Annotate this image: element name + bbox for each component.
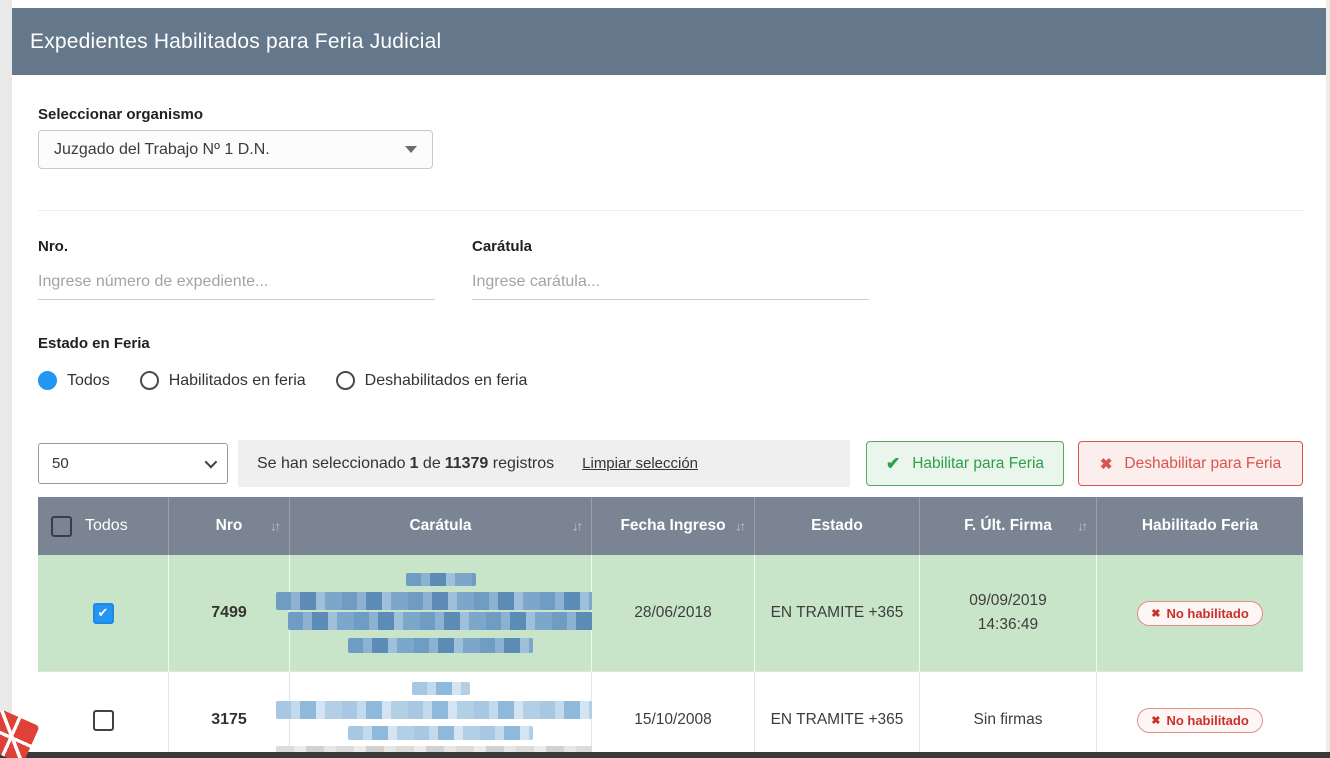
organismo-selected-value: Juzgado del Trabajo Nº 1 D.N. <box>54 141 270 159</box>
clear-selection-link[interactable]: Limpiar selección <box>582 455 698 472</box>
table-header-row: Todos Nro ↓↑ Carátula ↓↑ Fecha Ingreso ↓… <box>38 497 1303 555</box>
estado-feria-label: Estado en Feria <box>38 335 150 352</box>
deshabilitar-feria-button[interactable]: ✖ Deshabilitar para Feria <box>1078 441 1303 486</box>
column-header-nro[interactable]: Nro ↓↑ <box>169 497 290 555</box>
radio-deshabilitados[interactable]: Deshabilitados en feria <box>336 371 528 390</box>
page: Expedientes Habilitados para Feria Judic… <box>0 0 1330 758</box>
check-icon: ✔ <box>98 605 109 621</box>
page-header: Expedientes Habilitados para Feria Judic… <box>12 8 1326 75</box>
column-header-habilitado-feria: Habilitado Feria <box>1097 497 1303 555</box>
selection-summary: Se han seleccionado1 de11379 registros <box>257 455 558 473</box>
column-header-caratula[interactable]: Carátula ↓↑ <box>290 497 592 555</box>
table-row[interactable]: ✔ 7499 28/06/2018 EN TRAMITE +365 09/09/… <box>38 555 1303 672</box>
radio-unselected-icon <box>140 371 159 390</box>
select-all-label: Todos <box>85 517 128 535</box>
caratula-input[interactable] <box>472 264 869 300</box>
selection-total: 11379 <box>445 455 489 472</box>
cross-icon: ✖ <box>1151 714 1160 727</box>
cross-icon: ✖ <box>1100 455 1113 473</box>
status-badge: ✖ No habilitado <box>1137 708 1263 733</box>
row-estado: EN TRAMITE +365 <box>771 711 904 729</box>
radio-habilitados[interactable]: Habilitados en feria <box>140 371 306 390</box>
scrollbar-track[interactable] <box>1326 0 1330 758</box>
nro-input[interactable] <box>38 264 435 300</box>
row-nro: 7499 <box>211 604 247 622</box>
organismo-label: Seleccionar organismo <box>38 106 203 123</box>
status-badge: ✖ No habilitado <box>1137 601 1263 626</box>
check-icon: ✔ <box>886 454 900 474</box>
caratula-label: Carátula <box>472 238 532 255</box>
column-header-todos[interactable]: Todos <box>38 497 169 555</box>
cross-icon: ✖ <box>1151 607 1160 620</box>
section-divider <box>38 210 1303 211</box>
page-size-select[interactable]: 50 <box>38 443 228 484</box>
page-size-value: 50 <box>52 455 69 472</box>
redacted-text <box>290 573 591 653</box>
row-ult-firma: 09/09/2019 14:36:49 <box>969 589 1047 637</box>
radio-todos[interactable]: Todos <box>38 371 110 390</box>
estado-feria-radio-group: Todos Habilitados en feria Deshabilitado… <box>38 371 527 390</box>
row-nro: 3175 <box>211 711 247 729</box>
radio-label: Habilitados en feria <box>169 372 306 390</box>
row-ult-firma: Sin firmas <box>974 708 1043 732</box>
sort-icon[interactable]: ↓↑ <box>1077 519 1086 534</box>
row-estado: EN TRAMITE +365 <box>771 604 904 622</box>
row-checkbox-unchecked[interactable] <box>93 710 114 731</box>
expedientes-table: Todos Nro ↓↑ Carátula ↓↑ Fecha Ingreso ↓… <box>38 497 1303 758</box>
organismo-select[interactable]: Juzgado del Trabajo Nº 1 D.N. <box>38 130 433 169</box>
row-checkbox-checked[interactable]: ✔ <box>93 603 114 624</box>
sort-icon[interactable]: ↓↑ <box>572 519 581 534</box>
nro-label: Nro. <box>38 238 68 255</box>
radio-selected-icon <box>38 371 57 390</box>
sort-icon[interactable]: ↓↑ <box>735 519 744 534</box>
bottom-edge-bar <box>0 752 1330 758</box>
row-caratula-redacted <box>290 555 592 672</box>
row-fecha-ingreso: 15/10/2008 <box>634 711 712 729</box>
radio-unselected-icon <box>336 371 355 390</box>
sort-icon[interactable]: ↓↑ <box>270 519 279 534</box>
chevron-down-icon <box>205 456 218 469</box>
logo-icon[interactable] <box>0 709 40 758</box>
page-title: Expedientes Habilitados para Feria Judic… <box>30 30 441 54</box>
column-header-fecha-ingreso[interactable]: Fecha Ingreso ↓↑ <box>592 497 755 555</box>
column-header-ult-firma[interactable]: F. Últ. Firma ↓↑ <box>920 497 1097 555</box>
table-row[interactable]: 3175 15/10/2008 EN TRAMITE +365 Sin firm… <box>38 672 1303 758</box>
select-all-checkbox[interactable] <box>51 516 72 537</box>
selection-info-bar: Se han seleccionado1 de11379 registros L… <box>238 440 850 487</box>
selection-count: 1 <box>410 455 419 472</box>
habilitar-feria-button[interactable]: ✔ Habilitar para Feria <box>866 441 1064 486</box>
radio-label: Deshabilitados en feria <box>365 372 528 390</box>
redacted-text <box>290 682 591 758</box>
column-header-estado: Estado <box>755 497 920 555</box>
row-fecha-ingreso: 28/06/2018 <box>634 604 712 622</box>
radio-label: Todos <box>67 372 110 390</box>
caret-down-icon <box>405 146 417 153</box>
row-caratula-redacted <box>290 672 592 758</box>
left-margin-strip <box>0 0 12 758</box>
